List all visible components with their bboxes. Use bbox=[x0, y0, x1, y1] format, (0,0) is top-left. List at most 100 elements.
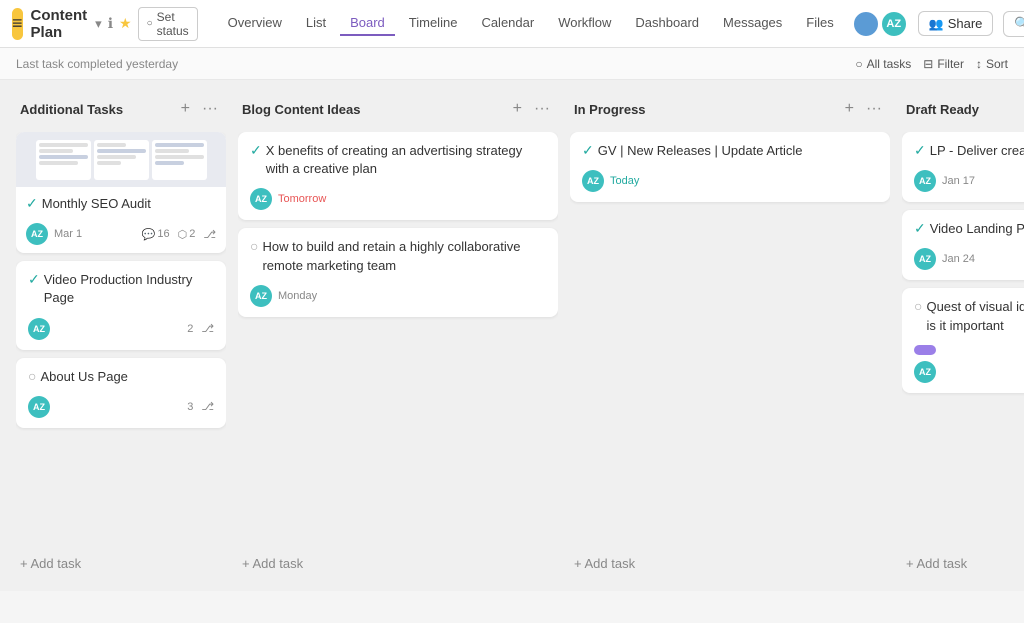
info-icon[interactable]: ℹ bbox=[108, 15, 113, 32]
share-button[interactable]: 👥 Share bbox=[918, 11, 994, 36]
share-icon: 👥 bbox=[929, 17, 944, 31]
check-icon-vl: ✓ bbox=[914, 220, 926, 237]
avatar-user2: AZ bbox=[880, 10, 908, 38]
chevron-down-icon[interactable]: ▾ bbox=[95, 16, 102, 32]
avatar-group: AZ bbox=[852, 10, 908, 38]
tab-messages[interactable]: Messages bbox=[713, 11, 792, 36]
column-additional-tasks: Additional Tasks + ··· bbox=[16, 92, 226, 579]
avatar-lp: AZ bbox=[914, 170, 936, 192]
cards-additional: ✓ Monthly SEO Audit AZ Mar 1 💬 16 ⬡ 2 ⎇ bbox=[16, 132, 226, 544]
card-meta-quest: AZ bbox=[914, 345, 1024, 383]
branch-icon-about: ⎇ bbox=[201, 400, 214, 413]
all-tasks-button[interactable]: ○ All tasks bbox=[855, 57, 911, 71]
filter-icon: ⊟ bbox=[923, 57, 933, 71]
column-in-progress: In Progress + ··· ✓ GV | New Releases | … bbox=[570, 92, 890, 579]
star-icon[interactable]: ★ bbox=[119, 15, 132, 32]
tab-overview[interactable]: Overview bbox=[218, 11, 292, 36]
sort-button[interactable]: ↕ Sort bbox=[976, 57, 1008, 71]
col-header-blog: Blog Content Ideas + ··· bbox=[238, 92, 558, 126]
add-task-blog[interactable]: + Add task bbox=[238, 548, 558, 579]
card-video-landing: ✓ Video Landing Pages AZ Jan 24 6 ⎇ bbox=[902, 210, 1024, 280]
card-meta-collab: AZ Monday bbox=[250, 285, 546, 307]
filter-button[interactable]: ⊟ Filter bbox=[923, 57, 964, 71]
date-gv: Today bbox=[610, 175, 639, 187]
check-icon-video: ✓ bbox=[28, 271, 40, 288]
tab-list[interactable]: List bbox=[296, 11, 336, 36]
card-meta-video: AZ 2 ⎇ bbox=[28, 318, 214, 340]
add-card-additional[interactable]: + bbox=[177, 98, 194, 120]
tab-calendar[interactable]: Calendar bbox=[471, 11, 544, 36]
tab-workflow[interactable]: Workflow bbox=[548, 11, 621, 36]
all-tasks-icon: ○ bbox=[855, 57, 862, 71]
app-icon-symbol: ≡ bbox=[12, 13, 23, 34]
comments-seo: 💬 16 bbox=[142, 228, 170, 241]
search-box[interactable]: 🔍 Search bbox=[1003, 11, 1024, 37]
add-card-progress[interactable]: + bbox=[841, 98, 858, 120]
avatar-user1 bbox=[852, 10, 880, 38]
last-task-text: Last task completed yesterday bbox=[16, 57, 178, 71]
check-icon-adv: ✓ bbox=[250, 142, 262, 159]
add-task-progress[interactable]: + Add task bbox=[570, 548, 890, 579]
date-seo: Mar 1 bbox=[54, 228, 82, 240]
share-label: Share bbox=[948, 16, 983, 31]
avatar-video: AZ bbox=[28, 318, 50, 340]
title-actions: ▾ ℹ ★ ○Set status bbox=[95, 7, 197, 41]
date-collab: Monday bbox=[278, 290, 317, 302]
status-button[interactable]: ○Set status bbox=[138, 7, 198, 41]
sub-header-actions: ○ All tasks ⊟ Filter ↕ Sort bbox=[855, 57, 1008, 71]
search-icon: 🔍 bbox=[1014, 16, 1024, 32]
more-additional[interactable]: ··· bbox=[198, 98, 222, 120]
add-task-draft[interactable]: + Add task bbox=[902, 548, 1024, 579]
cards-blog: ✓ X benefits of creating an advertising … bbox=[238, 132, 558, 544]
col-title-draft: Draft Ready bbox=[906, 102, 979, 117]
stats-about: 3 ⎇ bbox=[187, 400, 214, 413]
date-adv: Tomorrow bbox=[278, 193, 326, 205]
incomplete-icon-collab: ○ bbox=[250, 238, 258, 254]
col-header-draft: Draft Ready + ··· bbox=[902, 92, 1024, 126]
tab-timeline[interactable]: Timeline bbox=[399, 11, 468, 36]
card-title-collab: How to build and retain a highly collabo… bbox=[262, 238, 546, 274]
card-gv: ✓ GV | New Releases | Update Article AZ … bbox=[570, 132, 890, 202]
col-title-blog: Blog Content Ideas bbox=[242, 102, 360, 117]
more-blog[interactable]: ··· bbox=[530, 98, 554, 120]
tab-dashboard[interactable]: Dashboard bbox=[625, 11, 709, 36]
card-title-gv: GV | New Releases | Update Article bbox=[598, 142, 803, 160]
card-title-seo: Monthly SEO Audit bbox=[42, 195, 151, 213]
check-icon-gv: ✓ bbox=[582, 142, 594, 159]
card-video-production: ✓ Video Production Industry Page AZ 2 ⎇ bbox=[16, 261, 226, 349]
card-title-lp: LP - Deliver creative projects 10x faste… bbox=[930, 142, 1024, 160]
nav-tabs: Overview List Board Timeline Calendar Wo… bbox=[218, 11, 844, 36]
card-seo: ✓ Monthly SEO Audit AZ Mar 1 💬 16 ⬡ 2 ⎇ bbox=[16, 132, 226, 253]
check-icon-lp: ✓ bbox=[914, 142, 926, 159]
stats-video: 2 ⎇ bbox=[187, 322, 214, 335]
tab-files[interactable]: Files bbox=[796, 11, 843, 36]
card-meta-adv: AZ Tomorrow bbox=[250, 188, 546, 210]
add-card-blog[interactable]: + bbox=[509, 98, 526, 120]
seo-thumbnail bbox=[16, 132, 226, 187]
avatar-about: AZ bbox=[28, 396, 50, 418]
column-draft-ready: Draft Ready + ··· ✓ LP - Deliver creativ… bbox=[902, 92, 1024, 579]
tab-board[interactable]: Board bbox=[340, 11, 395, 36]
tasks-about: 3 bbox=[187, 401, 193, 413]
column-blog-content: Blog Content Ideas + ··· ✓ X benefits of… bbox=[238, 92, 558, 579]
avatar-gv: AZ bbox=[582, 170, 604, 192]
col-header-additional: Additional Tasks + ··· bbox=[16, 92, 226, 126]
card-meta-lp: AZ Jan 17 bbox=[914, 170, 1024, 192]
app-icon[interactable]: ≡ bbox=[12, 8, 23, 40]
branch-icon-seo: ⎇ bbox=[203, 228, 216, 241]
col-title-progress: In Progress bbox=[574, 102, 646, 117]
card-quest: ○ Quest of visual identity: your brand l… bbox=[902, 288, 1024, 392]
add-task-additional[interactable]: + Add task bbox=[16, 548, 226, 579]
incomplete-icon-about: ○ bbox=[28, 368, 36, 384]
more-progress[interactable]: ··· bbox=[862, 98, 886, 120]
project-title: Content Plan bbox=[31, 7, 88, 41]
card-title-about: About Us Page bbox=[40, 368, 127, 386]
sort-icon: ↕ bbox=[976, 57, 982, 71]
card-title-vl: Video Landing Pages bbox=[930, 220, 1024, 238]
sub-header: Last task completed yesterday ○ All task… bbox=[0, 48, 1024, 80]
avatar-seo: AZ bbox=[26, 223, 48, 245]
card-about-us: ○ About Us Page AZ 3 ⎇ bbox=[16, 358, 226, 428]
tasks-video: 2 bbox=[187, 323, 193, 335]
card-lp: ✓ LP - Deliver creative projects 10x fas… bbox=[902, 132, 1024, 202]
date-lp: Jan 17 bbox=[942, 175, 975, 187]
